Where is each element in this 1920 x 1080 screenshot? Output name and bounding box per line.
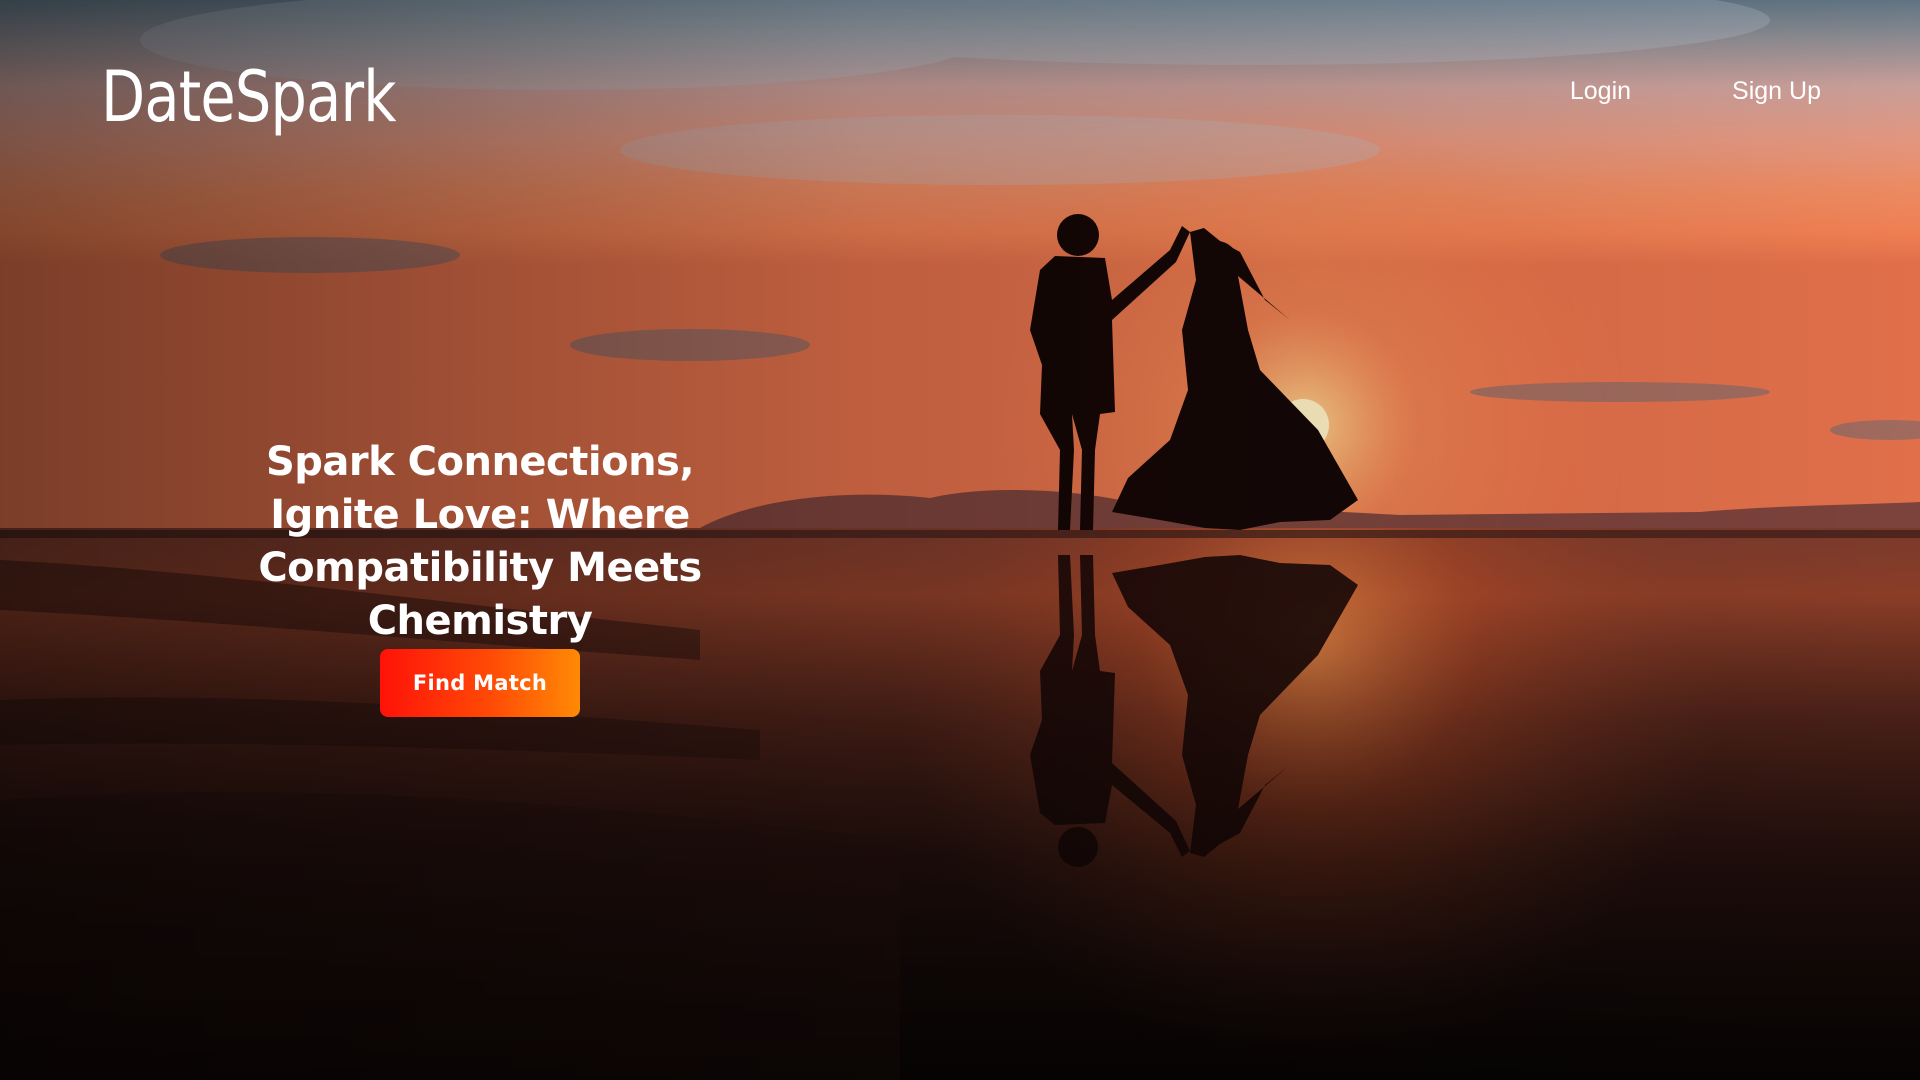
- signup-link[interactable]: Sign Up: [1732, 74, 1821, 108]
- top-nav: Login Sign Up: [1570, 74, 1821, 108]
- brand-logo[interactable]: DateSpark: [101, 52, 397, 142]
- find-match-button[interactable]: Find Match: [380, 649, 580, 717]
- landing-page: DateSpark Login Sign Up Spark Connection…: [0, 0, 1920, 1080]
- hero-headline: Spark Connections, Ignite Love: Where Co…: [258, 439, 702, 644]
- login-link[interactable]: Login: [1570, 74, 1631, 108]
